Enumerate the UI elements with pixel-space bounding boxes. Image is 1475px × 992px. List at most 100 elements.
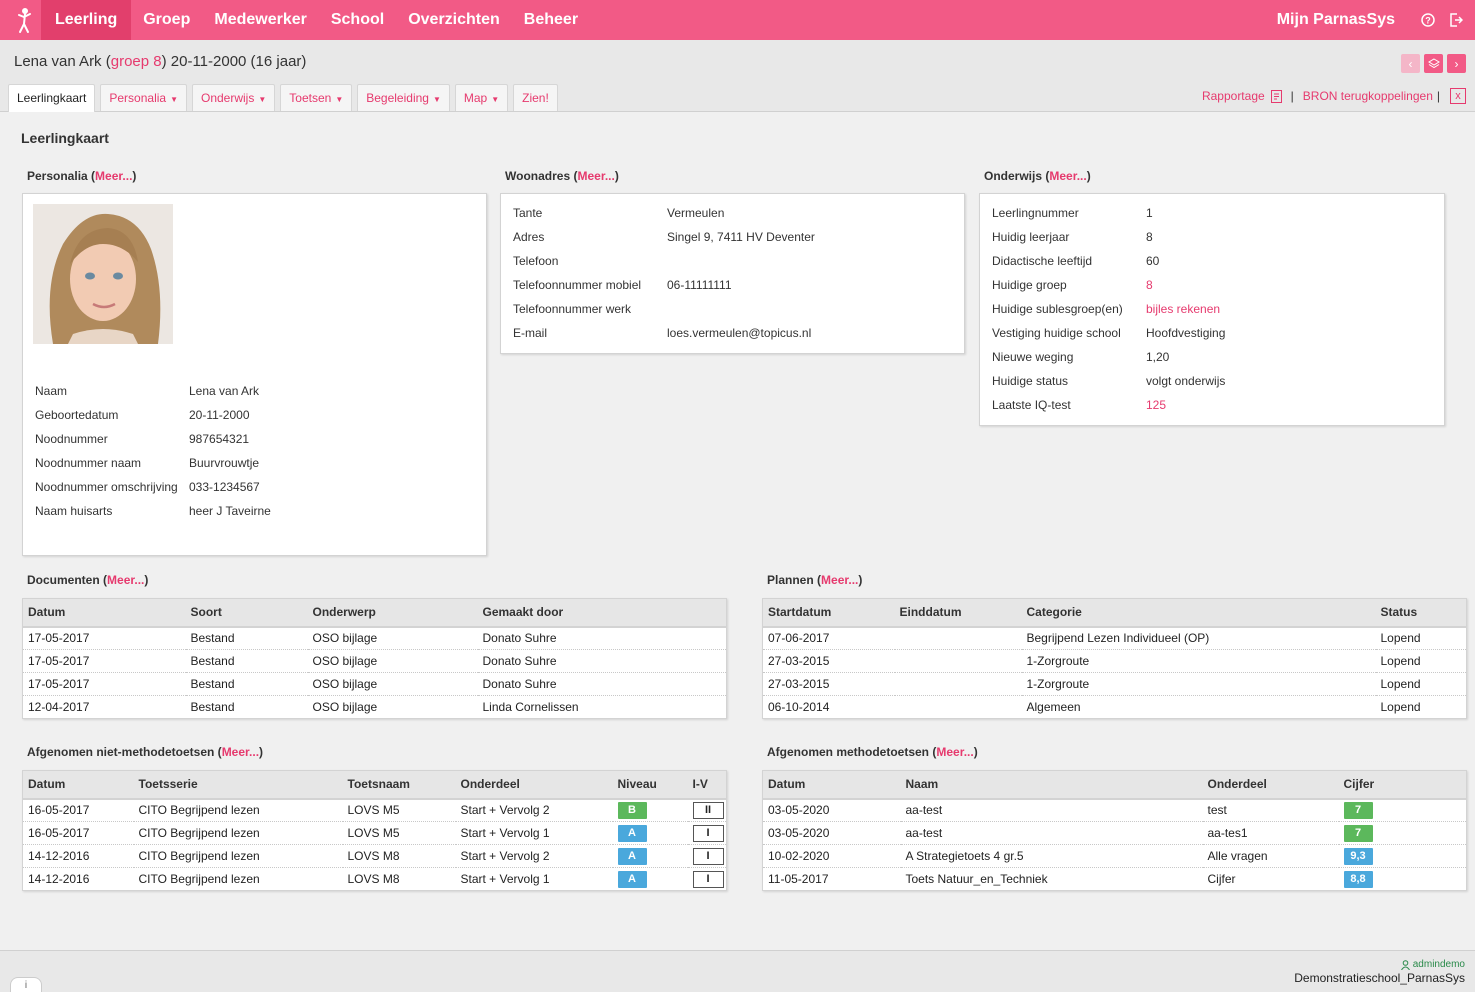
field-value[interactable]: bijles rekenen <box>1146 302 1220 316</box>
close-icon[interactable]: x <box>1450 88 1466 104</box>
table-cell: 8,8 <box>1339 868 1467 891</box>
column-header[interactable]: Datum <box>22 770 134 800</box>
table-row[interactable]: 27-03-2015 1-Zorgroute Lopend <box>762 672 1467 696</box>
footer-user[interactable]: admindemo <box>1400 959 1465 970</box>
onderwijs-meer-link[interactable]: Meer... <box>1049 169 1086 183</box>
column-header[interactable]: Startdatum <box>762 598 895 628</box>
layers-icon[interactable] <box>1424 54 1443 73</box>
column-header[interactable]: Onderdeel <box>455 770 613 800</box>
table-cell: OSO bijlage <box>312 700 378 714</box>
field-value: 8 <box>1146 230 1153 244</box>
column-header[interactable]: Niveau <box>612 770 688 800</box>
woonadres-meer-link[interactable]: Meer... <box>577 169 614 183</box>
table-row[interactable]: 03-05-2020 aa-test aa-tes1 7 <box>762 821 1467 845</box>
column-header[interactable]: Einddatum <box>894 598 1022 628</box>
methode-meer-link[interactable]: Meer... <box>936 745 973 759</box>
tab-leerlingkaart[interactable]: Leerlingkaart <box>8 84 96 112</box>
document-icon[interactable] <box>1270 89 1282 103</box>
tab-label: Onderwijs <box>201 91 255 105</box>
table-cell: Lopend <box>1375 626 1467 650</box>
niet-methode-title: Afgenomen niet-methodetoetsen (Meer...) <box>27 745 264 759</box>
column-header[interactable]: Soort <box>185 598 308 628</box>
niet-methode-meer-link[interactable]: Meer... <box>222 745 259 759</box>
column-header[interactable]: Naam <box>900 770 1203 800</box>
field-value: Buurvrouwtje <box>189 456 260 470</box>
field-label: Huidige groep <box>992 278 1067 292</box>
field-label: Telefoon <box>513 254 559 268</box>
column-header[interactable]: Toetsnaam <box>342 770 456 800</box>
tab-personalia[interactable]: Personalia ▼ <box>100 84 187 111</box>
rapportage-link[interactable]: Rapportage <box>1202 89 1265 103</box>
tab-begeleiding[interactable]: Begeleiding ▼ <box>357 84 450 111</box>
table-row[interactable]: 07-06-2017 Begrijpend Lezen Individueel (… <box>762 626 1467 650</box>
tab-map[interactable]: Map ▼ <box>454 84 509 111</box>
niet-methode-title-text: Afgenomen niet-methodetoetsen <box>27 745 215 759</box>
tab-onderwijs[interactable]: Onderwijs ▼ <box>192 84 276 111</box>
table-row[interactable]: 11-05-2017 Toets Natuur_en_Techniek Cijfer… <box>763 868 1467 891</box>
cijfer-badge: 7 <box>1343 801 1373 819</box>
table-row[interactable]: 17-05-2017 Bestand OSO bijlage Donato Suhre <box>22 626 727 650</box>
student-group-link[interactable]: groep 8 <box>111 53 162 70</box>
nav-school[interactable]: School <box>319 0 396 40</box>
column-header[interactable]: Onderdeel <box>1202 770 1339 800</box>
column-header[interactable]: Gemaakt door <box>477 598 727 628</box>
next-student-button[interactable]: › <box>1447 54 1466 73</box>
logout-icon[interactable] <box>1447 11 1465 29</box>
table-row[interactable]: 16-05-2017 CITO Begrijpend lezen LOVS M5 St… <box>22 821 727 845</box>
woonadres-title: Woonadres (Meer...) <box>505 169 619 183</box>
column-header[interactable]: Cijfer <box>1338 770 1467 800</box>
plannen-meer-link[interactable]: Meer... <box>821 573 858 587</box>
bron-terugkoppelingen-link[interactable]: BRON terugkoppelingen <box>1303 89 1433 103</box>
page-title: Leerlingkaart <box>21 130 109 146</box>
table-row[interactable]: 16-05-2017 CITO Begrijpend lezen LOVS M5 St… <box>22 798 727 822</box>
table-cell: Bestand <box>185 649 308 673</box>
table-cell: Bestand <box>185 626 308 650</box>
field-value[interactable]: 8 <box>1146 278 1153 292</box>
table-cell: 1-Zorgroute <box>1021 649 1376 673</box>
table-row[interactable]: 12-04-2017 Bestand OSO bijlage Linda Cornel… <box>23 696 727 719</box>
personalia-meer-link[interactable]: Meer... <box>95 169 132 183</box>
column-header[interactable]: Status <box>1375 598 1467 628</box>
field-value[interactable]: 125 <box>1146 398 1166 412</box>
info-icon[interactable]: i <box>10 977 42 992</box>
column-header[interactable]: Datum <box>22 598 186 628</box>
documenten-meer-link[interactable]: Meer... <box>107 573 144 587</box>
nav-beheer[interactable]: Beheer <box>512 0 590 40</box>
nav-leerling[interactable]: Leerling <box>41 0 132 40</box>
cijfer-badge: 7 <box>1343 824 1373 842</box>
table-cell: 7 <box>1338 798 1467 822</box>
tab-toetsen[interactable]: Toetsen ▼ <box>280 84 353 111</box>
table-cell: test <box>1202 798 1339 822</box>
mijn-parnassys-link[interactable]: Mijn ParnasSys <box>1277 11 1395 29</box>
table-cell: OSO bijlage <box>307 649 478 673</box>
column-header[interactable]: I-V <box>687 770 727 800</box>
table-row[interactable]: 10-02-2020 A Strategietoets 4 gr.5 Alle vr… <box>762 844 1467 868</box>
column-header[interactable]: Toetsserie <box>133 770 343 800</box>
table-row[interactable]: 03-05-2020 aa-test test 7 <box>762 798 1467 822</box>
help-icon[interactable]: ? <box>1419 11 1437 29</box>
table-row[interactable]: 17-05-2017 Bestand OSO bijlage Donato Suhre <box>22 672 727 696</box>
table-cell: 07-06-2017 <box>762 626 895 650</box>
table-row[interactable]: 14-12-2016 CITO Begrijpend lezen LOVS M8 St… <box>22 844 727 868</box>
table-cell: 1-Zorgroute <box>1021 672 1376 696</box>
table-cell: Linda Cornelissen <box>482 700 579 714</box>
plannen-title-text: Plannen <box>767 573 814 587</box>
table-cell: 06-10-2014 <box>768 700 830 714</box>
column-header[interactable]: Datum <box>762 770 901 800</box>
parnassys-logo-icon[interactable] <box>10 5 40 35</box>
nav-medewerker[interactable]: Medewerker <box>202 0 319 40</box>
column-header[interactable]: Onderwerp <box>307 598 478 628</box>
table-row[interactable]: 27-03-2015 1-Zorgroute Lopend <box>762 649 1467 673</box>
previous-student-button[interactable]: ‹ <box>1401 54 1420 73</box>
table-cell: 17-05-2017 <box>22 649 186 673</box>
column-header[interactable]: Categorie <box>1021 598 1376 628</box>
nav-overzichten[interactable]: Overzichten <box>396 0 512 40</box>
table-row[interactable]: 06-10-2014 Algemeen Lopend <box>763 696 1467 719</box>
table-cell: Cijfer <box>1207 872 1236 886</box>
woonadres-panel: Tante Vermeulen Adres Singel 9, 7411 HV Dev… <box>500 193 965 354</box>
table-row[interactable]: 17-05-2017 Bestand OSO bijlage Donato Suhre <box>22 649 727 673</box>
table-row[interactable]: 14-12-2016 CITO Begrijpend lezen LOVS M8 St… <box>23 868 727 891</box>
tab-zien[interactable]: Zien! <box>513 84 558 111</box>
nav-groep[interactable]: Groep <box>131 0 202 40</box>
caret-down-icon: ▼ <box>170 95 178 104</box>
